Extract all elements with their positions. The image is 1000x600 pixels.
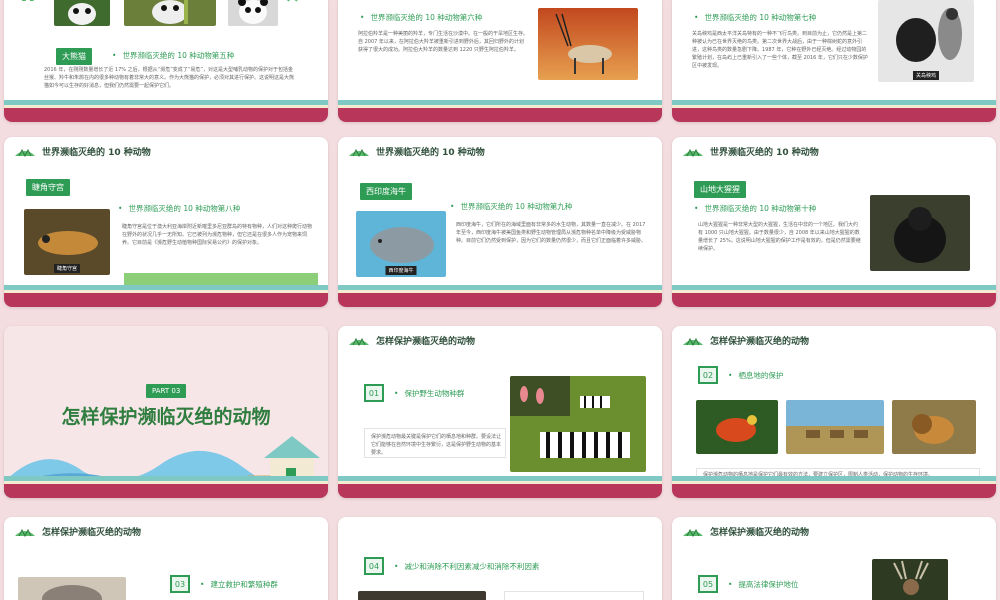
step-number: 04 <box>364 557 384 575</box>
gorilla-photo <box>870 195 970 271</box>
grass-icon <box>683 528 703 537</box>
quote-close-icon: ” <box>284 0 305 31</box>
slide-footer-stripe <box>338 100 662 122</box>
text-box <box>504 591 644 600</box>
slide-gecko[interactable]: 世界濒临灭绝的 10 种动物 睫角守宫 世界濒临灭绝的 10 种动物第八种 睫角… <box>4 137 328 307</box>
antelope-photo <box>786 400 884 454</box>
section-title: 怎样保护濒临灭绝的动物 <box>710 337 810 347</box>
slide-protect-04[interactable]: 04 减少和消除不利因素减少和消除不利因素 <box>338 517 662 600</box>
slide-footer-stripe <box>338 476 662 498</box>
grass-icon <box>683 337 703 346</box>
lion-photo <box>892 400 976 454</box>
text-box: 保护濒危动物最关键是保护它们的栖息地和种群。要设法让它们能够在自然环境中生存繁衍… <box>364 428 506 458</box>
slide-protect-01[interactable]: 怎样保护濒临灭绝的动物 01 保护野生动物种群 保护濒危动物最关键是保护它们的栖… <box>338 326 662 498</box>
step-number: 02 <box>698 366 718 384</box>
animal-tag: 大熊猫 <box>56 48 92 65</box>
rail-photo-image <box>878 0 974 82</box>
slide-bullet: 建立救护和繁殖种群 <box>200 579 278 590</box>
slide-protect-03[interactable]: 怎样保护濒临灭绝的动物 03 建立救护和繁殖种群 <box>4 517 328 600</box>
slide-paragraph: 睫角守宫是位于澳大利亚海岸附近新喀里多尼亚群岛的特有物种，人们对这种爬行动物在野… <box>122 224 313 246</box>
step-number: 03 <box>170 575 190 593</box>
slide-footer-stripe <box>672 285 996 307</box>
slide-bullet: 栖息地的保护 <box>728 370 783 381</box>
slide-footer-stripe <box>338 285 662 307</box>
section-title: 世界濒临灭绝的 10 种动物 <box>710 148 819 158</box>
slide-header: 怎样保护濒临灭绝的动物 <box>682 334 809 347</box>
slide-protect-05[interactable]: 怎样保护濒临灭绝的动物 05 提高法律保护地位 <box>672 517 996 600</box>
manatee-photo: 西印度海牛 <box>356 211 446 277</box>
slide-footer-stripe <box>4 100 328 122</box>
slide-header: 世界濒临灭绝的 10 种动物 <box>682 145 819 158</box>
oryx-photo <box>538 8 638 80</box>
slide-header: 怎样保护濒临灭绝的动物 <box>14 525 141 538</box>
protect-04-photo <box>358 591 486 600</box>
step-number: 05 <box>698 575 718 593</box>
slide-footer-stripe <box>4 476 328 498</box>
pheasant-photo <box>696 400 778 454</box>
photo-caption: 睫角守宫 <box>53 264 81 273</box>
slide-header: 世界濒临灭绝的 10 种动物 <box>348 145 485 158</box>
grass-icon <box>15 148 35 157</box>
slide-bullet: 世界濒临灭绝的 10 种动物第七种 <box>694 12 816 23</box>
slide-bullet: 世界濒临灭绝的 10 种动物第五种 <box>112 50 234 61</box>
wildlife-photo <box>510 376 646 472</box>
slide-bullet: 世界濒临灭绝的 10 种动物第九种 <box>450 201 572 212</box>
slide-paragraph: 关岛秧鸡是西太平洋关岛特有的一种不飞行鸟类。到目前为止，它仍然是上第二种被认为已… <box>692 31 868 69</box>
animal-tag: 睫角守宫 <box>26 179 70 196</box>
step-number: 01 <box>364 384 384 402</box>
slide-panda[interactable]: “ ” 大熊猫 世界濒临灭绝的 10 种动物第五种 2016 年，在刚刚数量增长… <box>4 0 328 122</box>
slide-bullet: 世界濒临灭绝的 10 种动物第六种 <box>360 12 482 23</box>
animal-tag: 西印度海牛 <box>360 183 412 200</box>
part-badge: PART 03 <box>146 384 187 398</box>
slide-footer-stripe <box>672 100 996 122</box>
slide-gorilla[interactable]: 世界濒临灭绝的 10 种动物 山地大猩猩 世界濒临灭绝的 10 种动物第十种 山… <box>672 137 996 307</box>
slide-grid: “ ” 大熊猫 世界濒临灭绝的 10 种动物第五种 2016 年，在刚刚数量增长… <box>0 0 1000 600</box>
gecko-photo: 睫角守宫 <box>24 209 110 275</box>
panda-photo-1 <box>54 0 110 26</box>
photo-caption: 西印度海牛 <box>385 266 417 275</box>
slide-bullet: 世界濒临灭绝的 10 种动物第八种 <box>118 203 240 214</box>
grass-icon <box>15 528 35 537</box>
grass-icon <box>349 337 369 346</box>
part-title: 怎样保护濒临灭绝的动物 <box>61 406 271 428</box>
section-title: 怎样保护濒临灭绝的动物 <box>710 528 810 538</box>
panda-photo-2 <box>124 0 216 26</box>
rail-photo: 关岛秧鸡 <box>878 0 974 82</box>
slide-footer-stripe <box>672 476 996 498</box>
section-title: 世界濒临灭绝的 10 种动物 <box>42 148 151 158</box>
deer-photo <box>872 559 948 600</box>
panda-photo-3 <box>228 0 278 26</box>
section-title: 世界濒临灭绝的 10 种动物 <box>376 148 485 158</box>
slide-header: 怎样保护濒临灭绝的动物 <box>682 525 809 538</box>
photo-caption: 关岛秧鸡 <box>912 71 940 80</box>
slide-header: 怎样保护濒临灭绝的动物 <box>348 334 475 347</box>
slide-bullet: 提高法律保护地位 <box>728 579 798 590</box>
elephant-photo <box>18 577 126 600</box>
section-title: 怎样保护濒临灭绝的动物 <box>42 528 142 538</box>
slide-paragraph: 山地大猩猩是一种非常大型的大猩猩，生活在中非的一个地区。我们大约有 1000 只… <box>698 222 861 252</box>
quote-open-icon: “ <box>18 0 39 31</box>
slide-bullet: 保护野生动物种群 <box>394 388 464 399</box>
slide-footer-stripe <box>4 285 328 307</box>
grass-icon <box>349 148 369 157</box>
slide-header: 世界濒临灭绝的 10 种动物 <box>14 145 151 158</box>
slide-paragraph: 2016 年，在刚刚数量增长了近 17% 之后，根据从“濒危”变成了“易危”，对… <box>44 67 295 89</box>
slide-paragraph: 西印度海牛，它们所在的海域里面有非常多的水生动物，其数量一直在减少。在 2017… <box>456 222 647 244</box>
slide-oryx[interactable]: 世界濒临灭绝的 10 种动物第六种 阿拉伯羚羊是一种美丽的羚羊，专门生活在沙漠中… <box>338 0 662 122</box>
slide-protect-02[interactable]: 怎样保护濒临灭绝的动物 02 栖息地的保护 保护濒危动物的栖息地是保护它们最有效… <box>672 326 996 498</box>
slide-paragraph: 阿拉伯羚羊是一种美丽的羚羊，专门生活在沙漠中。在一般的干旱地区生存。自 2007… <box>358 31 529 53</box>
slide-manatee[interactable]: 世界濒临灭绝的 10 种动物 西印度海牛 世界濒临灭绝的 10 种动物第九种 西… <box>338 137 662 307</box>
slide-bullet: 减少和消除不利因素减少和消除不利因素 <box>394 561 539 572</box>
section-title: 怎样保护濒临灭绝的动物 <box>376 337 476 347</box>
slide-bullet: 世界濒临灭绝的 10 种动物第十种 <box>694 203 816 214</box>
slide-paragraph: 保护濒危动物最关键是保护它们的栖息地和种群。要设法让它们能够在自然环境中生存繁衍… <box>371 434 502 456</box>
slide-rail[interactable]: 世界濒临灭绝的 10 种动物第七种 关岛秧鸡是西太平洋关岛特有的一种不飞行鸟类。… <box>672 0 996 122</box>
slide-part3[interactable]: PART 03 怎样保护濒临灭绝的动物 <box>4 326 328 498</box>
grass-icon <box>683 148 703 157</box>
animal-tag: 山地大猩猩 <box>694 181 746 198</box>
